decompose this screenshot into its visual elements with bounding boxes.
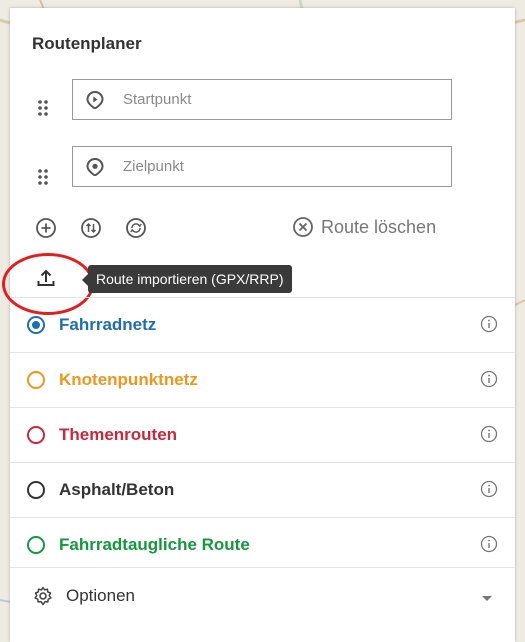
clear-route-button[interactable]: Route löschen: [292, 216, 436, 238]
clear-route-label: Route löschen: [321, 216, 437, 237]
gear-icon: [34, 586, 52, 606]
play-pin-icon: [86, 90, 104, 109]
close-circle-icon: [293, 217, 313, 237]
network-list: Fahrradnetz Knotenpunktnetz Themenrouten: [10, 297, 515, 572]
chevron-down-icon[interactable]: [482, 596, 492, 601]
radio-button[interactable]: [27, 426, 45, 444]
route-planner-panel: Routenplaner Startpunkt Zielpunkt Route …: [2, 8, 515, 642]
network-option-themenrouten[interactable]: Themenrouten: [10, 407, 515, 462]
info-icon[interactable]: [480, 535, 498, 553]
network-option-fahrradtaugliche-route[interactable]: Fahrradtaugliche Route: [10, 517, 515, 572]
network-option-asphalt-beton[interactable]: Asphalt/Beton: [10, 462, 515, 517]
reverse-route-icon[interactable]: [80, 217, 102, 239]
end-point-placeholder: Zielpunkt: [123, 158, 184, 175]
radio-button[interactable]: [27, 536, 45, 554]
roundtrip-icon[interactable]: [125, 217, 147, 239]
network-label: Knotenpunktnetz: [59, 370, 198, 389]
info-icon[interactable]: [480, 370, 498, 388]
network-label: Fahrradnetz: [59, 315, 157, 334]
network-label: Asphalt/Beton: [59, 480, 175, 499]
panel-title: Routenplaner: [32, 34, 142, 53]
radio-button[interactable]: [27, 481, 45, 499]
network-option-knotenpunktnetz[interactable]: Knotenpunktnetz: [10, 352, 515, 407]
add-waypoint-icon[interactable]: [35, 217, 57, 239]
radio-button[interactable]: [27, 371, 45, 389]
network-option-fahrradnetz[interactable]: Fahrradnetz: [10, 297, 515, 352]
start-point-field[interactable]: Startpunkt: [72, 79, 452, 120]
network-label: Fahrradtaugliche Route: [59, 535, 250, 554]
end-point-field[interactable]: Zielpunkt: [72, 146, 452, 187]
start-point-placeholder: Startpunkt: [123, 91, 192, 108]
drag-handle-icon[interactable]: [35, 167, 51, 187]
drag-handle-icon[interactable]: [35, 98, 51, 118]
info-icon[interactable]: [480, 480, 498, 498]
import-tooltip: Route importieren (GPX/RRP): [82, 265, 292, 293]
info-icon[interactable]: [480, 425, 498, 443]
radio-button[interactable]: [27, 316, 45, 334]
options-label: Optionen: [66, 586, 135, 605]
location-pin-icon: [86, 157, 104, 176]
info-icon[interactable]: [480, 315, 498, 333]
options-toggle[interactable]: Optionen: [10, 567, 515, 624]
network-label: Themenrouten: [59, 425, 178, 444]
